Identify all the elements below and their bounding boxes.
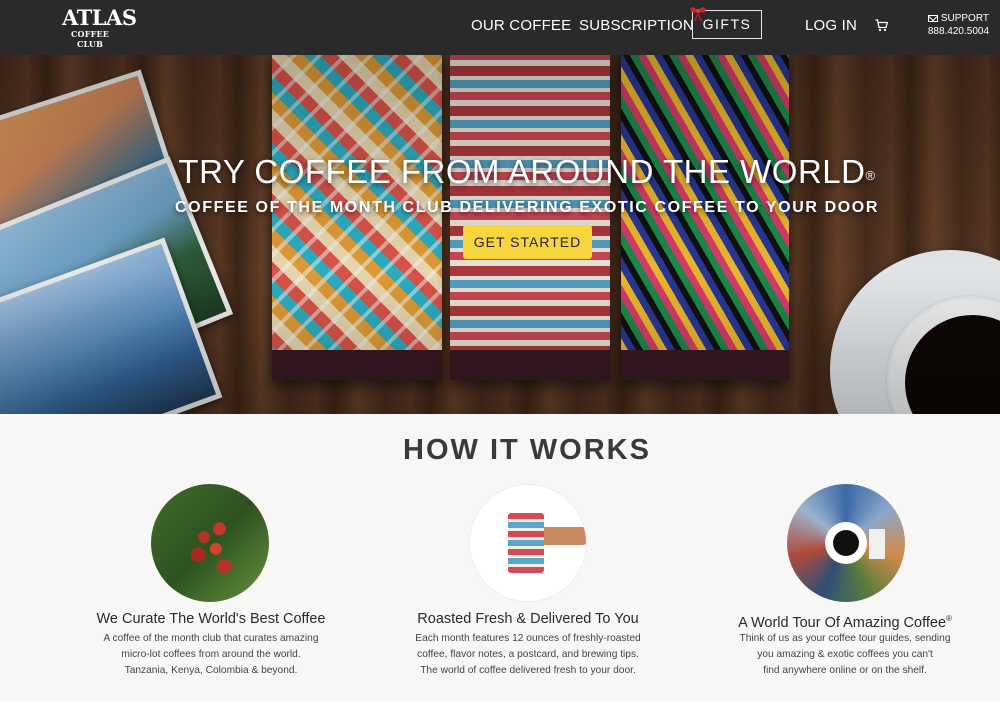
nav-our-coffee[interactable]: OUR COFFEE [471, 17, 571, 35]
hero-subtitle: COFFEE OF THE MONTH CLUB DELIVERING EXOT… [175, 199, 879, 216]
bow-icon [690, 7, 706, 21]
support-phone[interactable]: 888.420.5004 [919, 25, 989, 38]
how-it-works-heading: HOW IT WORKS [403, 434, 651, 466]
logo-main-text: ATLAS [62, 5, 137, 30]
column-title: A World Tour Of Amazing Coffee® [738, 614, 952, 631]
support-contact[interactable]: SUPPORT 888.420.5004 [919, 12, 989, 38]
logo-sub-text: COFFEE CLUB [70, 29, 110, 49]
support-label: SUPPORT [940, 13, 989, 24]
hero-title: TRY COFFEE FROM AROUND THE WORLD® [178, 153, 876, 190]
nav-subscription[interactable]: SUBSCRIPTION [579, 17, 694, 35]
world-tour-image [787, 484, 905, 602]
column-title: We Curate The World's Best Coffee [96, 611, 326, 627]
column-text: Think of us as your coffee tour guides, … [739, 633, 951, 676]
column-title: Roasted Fresh & Delivered To You [417, 611, 639, 627]
column-text: Each month features 12 ounces of freshly… [415, 633, 641, 676]
column-text: A coffee of the month club that curates … [103, 633, 319, 676]
mail-icon [927, 15, 938, 22]
get-started-button[interactable]: GET STARTED [463, 225, 592, 259]
nav-login[interactable]: LOG IN [805, 17, 857, 35]
cart-icon[interactable] [875, 19, 888, 32]
hero-banner: TRY COFFEE FROM AROUND THE WORLD® COFFEE… [0, 55, 1000, 414]
registered-mark: ® [865, 168, 876, 183]
coffee-bag-hand-image [469, 484, 587, 602]
coffee-cherries-image [151, 484, 269, 602]
registered-mark: ® [946, 614, 952, 623]
atlas-logo[interactable]: ATLAS COFFEE CLUB [62, 5, 137, 50]
top-nav-bar: ATLAS COFFEE CLUB OUR COFFEE SUBSCRIPTIO… [0, 0, 1000, 55]
